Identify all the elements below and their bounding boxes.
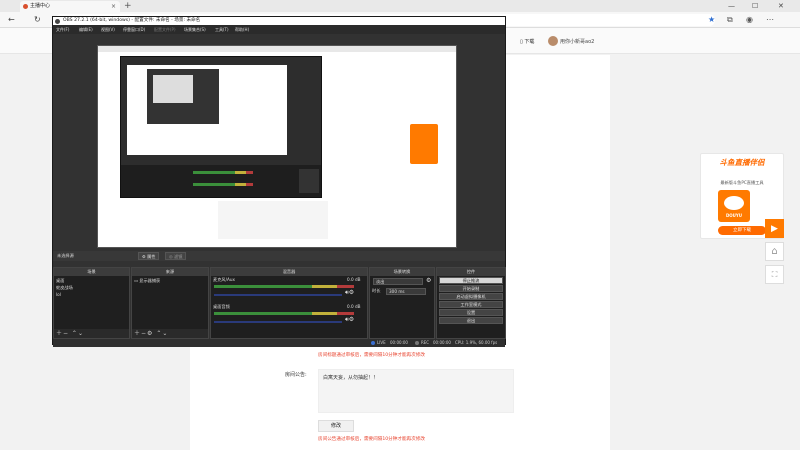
- controls-dock: 控件 停止推流 开始录制 启动虚拟摄像机 工作室模式 设置 退出: [436, 267, 506, 339]
- sources-toolbar[interactable]: ＋−⚙ ⌃⌄: [132, 329, 208, 338]
- menu-edit[interactable]: 编辑(E): [79, 25, 93, 34]
- obs-preview[interactable]: [97, 45, 457, 248]
- transition-settings-icon[interactable]: ⚙: [426, 277, 431, 284]
- mixer-channel-desktop-name: 桌面音频: [213, 304, 230, 309]
- more-menu-icon[interactable]: ⋯: [766, 13, 774, 27]
- collections-icon[interactable]: ⧉: [727, 13, 733, 27]
- mixer-title: 混音器: [211, 268, 367, 276]
- menu-scene-collection[interactable]: 场景集合(S): [184, 25, 206, 34]
- menu-view[interactable]: 视图(V): [101, 25, 115, 34]
- rec-time: 00:00:00: [433, 340, 451, 345]
- rec-label: REC: [421, 340, 430, 345]
- menu-help[interactable]: 帮助(H): [235, 25, 249, 34]
- controls-title: 控件: [437, 268, 505, 276]
- notice-textarea[interactable]: 白寓天妄，从勿抽起！！: [318, 369, 514, 413]
- edit-notice-button[interactable]: 修改: [318, 420, 354, 432]
- mixer-channel-mic-name: 麦克风/Aux: [213, 277, 235, 282]
- desktop-volume-slider[interactable]: [214, 321, 342, 323]
- desktop-mute-icon[interactable]: 🔊︎⚙: [345, 316, 354, 324]
- scene-item[interactable]: lol: [56, 292, 61, 298]
- rec-indicator-icon: [415, 341, 419, 345]
- new-tab-button[interactable]: +: [124, 0, 132, 12]
- live-label: LIVE: [377, 340, 386, 345]
- avatar[interactable]: [548, 36, 558, 46]
- obs-titlebar[interactable]: OBS 27.2.1 (64-bit, windows) - 配置文件: 未命名…: [53, 17, 505, 25]
- user-name[interactable]: 用你小新哥ao2: [560, 38, 594, 45]
- douyu-ad-title: 斗鱼直播伴侣: [719, 158, 765, 167]
- stop-stream-button[interactable]: 停止推流: [439, 277, 503, 284]
- browser-tab-bar: 主播中心 × + — ☐ ✕: [0, 0, 800, 12]
- browser-tab[interactable]: 主播中心 ×: [20, 1, 120, 12]
- desktop-level-meter: [214, 312, 354, 315]
- sources-title: 来源: [132, 268, 208, 276]
- obs-window[interactable]: OBS 27.2.1 (64-bit, windows) - 配置文件: 未命名…: [52, 16, 506, 347]
- notice-label: 房间公告:: [285, 372, 307, 378]
- no-source-label: 未选择源: [57, 253, 74, 258]
- source-item[interactable]: ▭ 显示器捕获: [134, 278, 160, 284]
- douyu-logo-icon: DOUYU: [718, 190, 750, 222]
- close-tab-icon[interactable]: ×: [111, 1, 116, 12]
- obs-status-bar: LIVE 00:00:00 REC 00:00:00 CPU: 1.9%, 60…: [53, 339, 505, 347]
- scene-item[interactable]: 桌面: [56, 278, 64, 284]
- transitions-dock: 场景转换 淡出 ⚙ 时长 300 ms: [369, 267, 435, 339]
- favorite-star-icon[interactable]: ★: [708, 13, 715, 27]
- live-time: 00:00:00: [390, 340, 408, 345]
- live-indicator-icon: [371, 341, 375, 345]
- mixer-dock: 混音器 麦克风/Aux 0.0 dB 🔊︎⚙ 桌面音频 0.0 dB 🔊︎⚙: [210, 267, 368, 339]
- transitions-title: 场景转换: [370, 268, 434, 276]
- mic-volume-slider[interactable]: [214, 294, 342, 296]
- exit-button[interactable]: 退出: [439, 317, 503, 324]
- transition-type-select[interactable]: 淡出: [373, 278, 423, 285]
- scene-item[interactable]: 蛇皮战场: [56, 285, 73, 291]
- notice-warning: 房间公告通过审核后，需要间隔10分钟才能再次修改: [318, 437, 425, 442]
- scenes-toolbar[interactable]: ＋− ⌃⌄: [54, 329, 129, 338]
- menu-tools[interactable]: 工具(T): [215, 25, 229, 34]
- duration-input[interactable]: 300 ms: [386, 288, 426, 295]
- maximize-button[interactable]: ☐: [752, 0, 758, 12]
- douyu-ad-subtitle: 最新版斗鱼PC直播工具: [720, 180, 764, 185]
- close-window-button[interactable]: ✕: [778, 0, 784, 12]
- studio-mode-button[interactable]: 工作室模式: [439, 301, 503, 308]
- play-icon[interactable]: ▶: [765, 219, 784, 238]
- menu-docks[interactable]: 停靠窗口(D): [123, 25, 145, 34]
- minimize-button[interactable]: —: [728, 0, 735, 12]
- download-link[interactable]: ▯ 下载: [520, 38, 534, 45]
- obs-logo-icon: [55, 18, 60, 24]
- mixer-channel-mic-db: 0.0 dB: [347, 277, 361, 282]
- obs-title-text: OBS 27.2.1 (64-bit, windows) - 配置文件: 未命名…: [63, 18, 201, 23]
- fullscreen-icon[interactable]: ⛶: [765, 265, 784, 284]
- profile-icon[interactable]: ◉: [746, 13, 753, 27]
- sources-dock: 来源 ▭ 显示器捕获 ＋−⚙ ⌃⌄: [131, 267, 209, 339]
- menu-profile[interactable]: 配置文件(P): [154, 25, 176, 34]
- duration-label: 时长: [372, 288, 381, 293]
- nested-douyu-ad: [410, 124, 438, 164]
- home-icon[interactable]: ⌂: [765, 242, 784, 261]
- back-button[interactable]: ←: [8, 12, 15, 28]
- reload-button[interactable]: ↻: [34, 12, 41, 28]
- douyu-download-button[interactable]: 立即下载: [718, 226, 766, 235]
- mic-level-meter: [214, 285, 354, 288]
- douyu-logo-text: DOUYU: [725, 213, 743, 218]
- obs-menubar: 文件(F) 编辑(E) 视图(V) 停靠窗口(D) 配置文件(P) 场景集合(S…: [53, 25, 505, 34]
- site-favicon-icon: [23, 4, 28, 9]
- nested-obs-preview: [120, 56, 322, 198]
- start-recording-button[interactable]: 开始录制: [439, 285, 503, 292]
- filters-button[interactable]: ◎ 滤镜: [165, 252, 187, 260]
- menu-file[interactable]: 文件(F): [56, 25, 69, 34]
- title-warning: 房间标题通过审核后，需要间隔10分钟才能再次修改: [318, 353, 425, 358]
- tab-title: 主播中心: [30, 3, 51, 9]
- notice-text: 白寓天妄，从勿抽起！！: [323, 375, 379, 381]
- mixer-channel-desktop-db: 0.0 dB: [347, 304, 361, 309]
- source-toolbar: 未选择源 ⚙ 属性 ◎ 滤镜: [53, 251, 505, 261]
- scenes-dock: 场景 桌面 蛇皮战场 lol ＋− ⌃⌄: [53, 267, 130, 339]
- mic-mute-icon[interactable]: 🔊︎⚙: [345, 289, 354, 297]
- virtual-camera-button[interactable]: 启动虚拟摄像机: [439, 293, 503, 300]
- cpu-fps: CPU: 1.9%, 60.00 fps: [455, 340, 498, 345]
- properties-button[interactable]: ⚙ 属性: [138, 252, 160, 260]
- scenes-title: 场景: [54, 268, 129, 276]
- settings-button[interactable]: 设置: [439, 309, 503, 316]
